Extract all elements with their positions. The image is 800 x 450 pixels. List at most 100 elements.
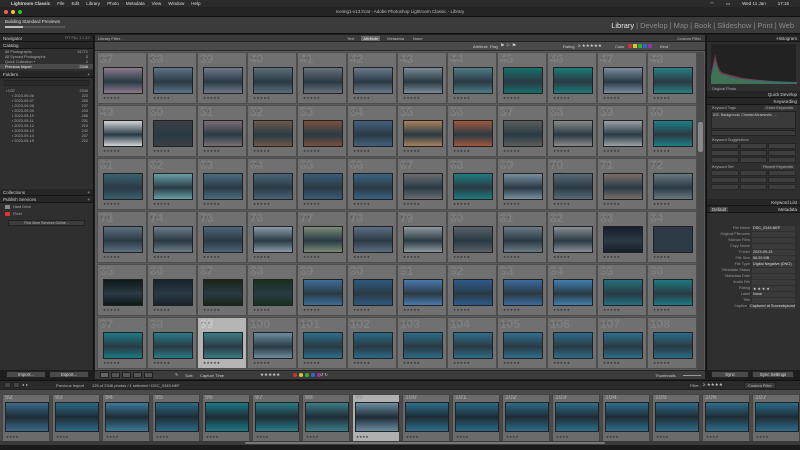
filmstrip-thumbnail[interactable] (55, 402, 99, 432)
grid-cell-rating[interactable]: ★★★★★ (253, 361, 270, 365)
keyword-chip[interactable] (768, 177, 796, 183)
grid-thumbnail[interactable] (153, 173, 193, 200)
grid-cell-rating[interactable]: ★★★★★ (353, 202, 370, 206)
grid-cell[interactable]: 103 • • • ★★★★★ (397, 317, 447, 369)
filmstrip-thumbnail[interactable] (705, 402, 749, 432)
grid-cell-rating[interactable]: ★★★★★ (603, 202, 620, 206)
grid-cell-rating[interactable]: ★★★★★ (153, 202, 170, 206)
grid-thumbnail[interactable] (503, 279, 543, 306)
grid-thumbnail[interactable] (503, 67, 543, 94)
grid-cell[interactable]: 105 • • • ★★★★★ (497, 317, 547, 369)
grid-cell[interactable]: 107 • • • ★★★★★ (597, 317, 647, 369)
grid-cell[interactable]: 41 • • • ★★★★★ (297, 52, 347, 104)
grid-thumbnail[interactable] (653, 173, 693, 200)
grid-cell-rating[interactable]: ★★★★★ (453, 149, 470, 153)
filmstrip-thumbnail[interactable] (455, 402, 499, 432)
filmstrip-cell[interactable]: 99 ★★★★ (352, 394, 400, 442)
grid-view-icon[interactable] (100, 372, 109, 378)
module-library[interactable]: Library (611, 21, 634, 30)
folder-search-field[interactable] (4, 80, 89, 86)
grid-cell-rating[interactable]: ★★★★★ (553, 308, 570, 312)
grid-cell[interactable]: 87 • • • ★★★★★ (197, 264, 247, 316)
grid-cell[interactable]: 80 • • • ★★★★★ (447, 211, 497, 263)
keyword-chip[interactable] (711, 170, 739, 176)
grid-thumbnail[interactable] (553, 226, 593, 253)
filmstrip-cell[interactable]: 105 ★★★★ (652, 394, 700, 442)
keyword-list-header[interactable]: Keyword List (707, 199, 800, 206)
metadata-field-value[interactable]: DSC_0345.NEF (752, 225, 795, 231)
menu-item-file[interactable]: File (57, 1, 64, 6)
metadata-header[interactable]: Default Metadata (707, 206, 800, 213)
grid-cell-rating[interactable]: ★★★★★ (153, 255, 170, 259)
grid-thumbnail[interactable] (253, 120, 293, 147)
rotate-icon[interactable]: ↺ ↻ (320, 372, 328, 377)
grid-cell-rating[interactable]: ★★★★★ (403, 361, 420, 365)
filmstrip-cell[interactable]: 92 ★★★★ (2, 394, 50, 442)
grid-thumbnail[interactable] (503, 332, 543, 359)
grid-thumbnail[interactable] (353, 332, 393, 359)
grid-thumbnail[interactable] (303, 279, 343, 306)
metadata-preset-dropdown[interactable]: Default (710, 206, 729, 212)
grid-cell[interactable]: 85 • • • ★★★★★ (97, 264, 147, 316)
grid-thumbnail[interactable] (153, 332, 193, 359)
grid-cell-rating[interactable]: ★★★★★ (303, 361, 320, 365)
metadata-field-value[interactable] (752, 243, 795, 249)
grid-cell-rating[interactable]: ★★★★★ (303, 149, 320, 153)
grid-cell-rating[interactable]: ★★★★★ (203, 308, 220, 312)
grid-cell-rating[interactable]: ★★★★★ (503, 96, 520, 100)
grid-thumbnail[interactable] (603, 226, 643, 253)
grid-thumbnail[interactable] (453, 120, 493, 147)
grid-cell[interactable]: 63 • • • ★★★★★ (197, 158, 247, 210)
grid-cell-rating[interactable]: ★★★★★ (353, 308, 370, 312)
grid-cell-rating[interactable]: ★★★★★ (603, 255, 620, 259)
grid-cell[interactable]: 53 • • • ★★★★★ (297, 105, 347, 157)
grid-cell[interactable]: 67 • • • ★★★★★ (397, 158, 447, 210)
menu-item-view[interactable]: View (152, 1, 162, 6)
filmstrip-thumbnail[interactable] (205, 402, 249, 432)
publish-service-item[interactable]: Hard Drive (0, 203, 93, 210)
grid-thumbnail[interactable] (403, 226, 443, 253)
publish-services-header[interactable]: Publish Services + (0, 196, 93, 203)
add-collection-icon[interactable]: + (87, 190, 90, 195)
grid-cell-rating[interactable]: ★★★★★ (303, 96, 320, 100)
filmstrip-cell[interactable]: 95 ★★★★ (152, 394, 200, 442)
filmstrip-thumbnail[interactable] (155, 402, 199, 432)
add-folder-icon[interactable]: + (87, 72, 90, 77)
grid-cell-rating[interactable]: ★★★★★ (353, 96, 370, 100)
menu-bar-date[interactable]: Wed 11 Jan (742, 1, 766, 6)
grid-thumbnail[interactable] (353, 173, 393, 200)
keyword-chip[interactable] (768, 157, 796, 163)
grid-cell-rating[interactable]: ★★★★★ (503, 361, 520, 365)
grid-cell[interactable]: 84 • • • ★★★★★ (647, 211, 697, 263)
grid-cell-rating[interactable]: ★★★★★ (453, 202, 470, 206)
grid-cell-rating[interactable]: ★★★★★ (303, 202, 320, 206)
grid-thumbnail[interactable] (253, 332, 293, 359)
filmstrip-thumbnail[interactable] (105, 402, 149, 432)
grid-thumbnail[interactable] (603, 67, 643, 94)
metadata-field-value[interactable]: 56.59 MB (752, 255, 795, 261)
grid-cell[interactable]: 68 • • • ★★★★★ (447, 158, 497, 210)
grid-thumbnail[interactable] (403, 173, 443, 200)
grid-thumbnail[interactable] (253, 279, 293, 306)
grid-thumbnail[interactable] (403, 120, 443, 147)
grid-cell[interactable]: 60 • • • ★★★★★ (647, 105, 697, 157)
grid-thumbnail[interactable] (203, 226, 243, 253)
grid-cell-rating[interactable]: ★★★★★ (253, 96, 270, 100)
metadata-field-value[interactable] (752, 237, 795, 243)
filmstrip-thumbnail[interactable] (755, 402, 799, 432)
grid-cell[interactable]: 38 • • • ★★★★★ (147, 52, 197, 104)
catalog-item[interactable]: Previous Import 2346 (0, 64, 93, 69)
keyword-chip[interactable] (711, 157, 739, 163)
grid-cell-rating[interactable]: ★★★★★ (653, 255, 670, 259)
grid-cell[interactable]: 75 • • • ★★★★★ (197, 211, 247, 263)
grid-cell[interactable]: 52 • • • ★★★★★ (247, 105, 297, 157)
grid-cell[interactable]: 54 • • • ★★★★★ (347, 105, 397, 157)
metadata-field-value[interactable] (752, 297, 795, 303)
grid-thumbnail[interactable] (553, 279, 593, 306)
filter-option-none[interactable]: None (411, 36, 425, 41)
module-book[interactable]: Book (694, 21, 711, 30)
grid-cell-rating[interactable]: ★★★★★ (453, 308, 470, 312)
grid-thumbnail[interactable] (553, 67, 593, 94)
grid-thumbnail[interactable] (603, 279, 643, 306)
keyword-chip[interactable] (739, 177, 768, 183)
